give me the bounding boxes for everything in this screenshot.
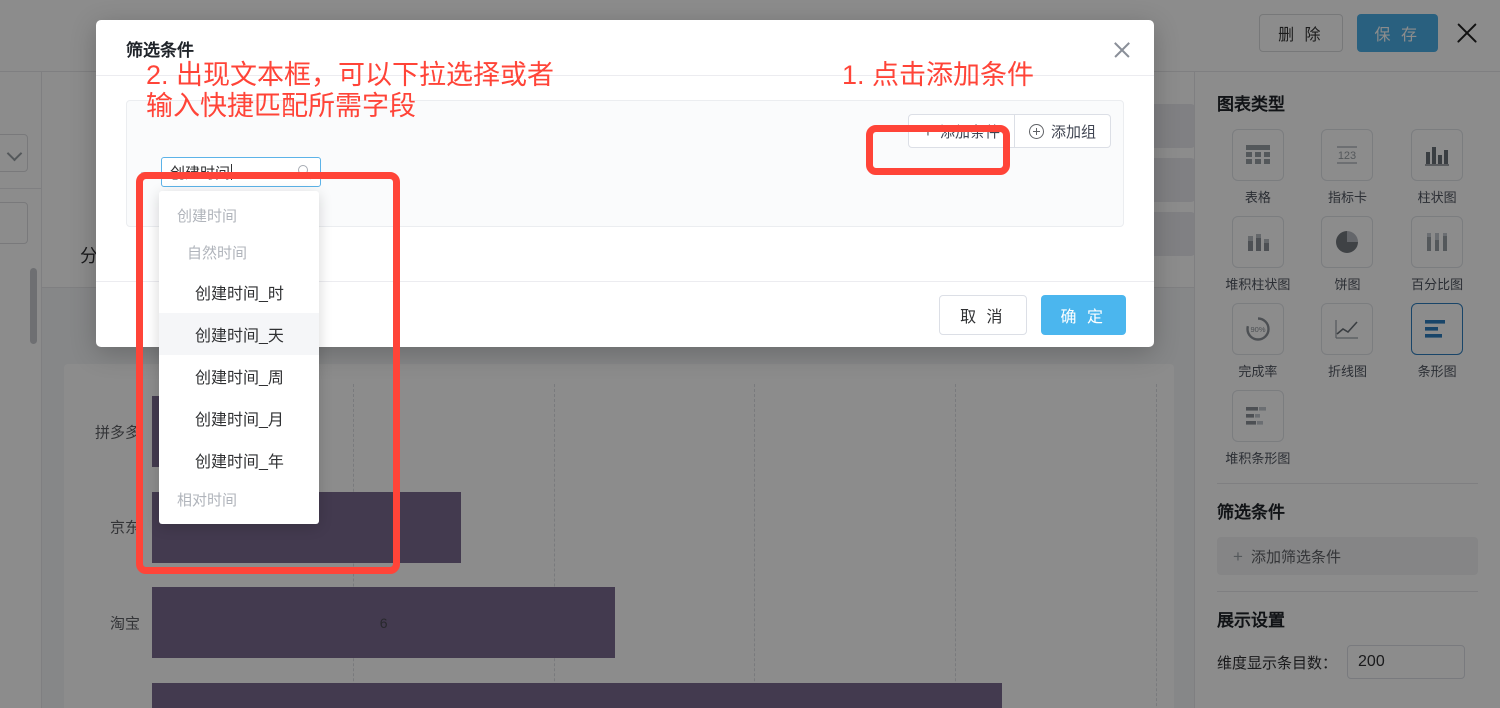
confirm-button[interactable]: 确 定: [1040, 294, 1126, 335]
modal-title: 筛选条件: [126, 41, 194, 60]
screen-root: 删 除 保 存 分 拼多多京东淘宝6抖音11: [0, 0, 1500, 708]
annotation-box-add-condition: [866, 125, 1010, 175]
cancel-button[interactable]: 取 消: [939, 294, 1027, 335]
annotation-step-2: 2. 出现文本框，可以下拉选择或者 输入快捷匹配所需字段: [146, 60, 555, 122]
add-group-label: 添加组: [1050, 123, 1096, 141]
annotation-step-1: 1. 点击添加条件: [842, 60, 1035, 90]
modal-close-icon[interactable]: [1112, 40, 1132, 60]
add-group-button[interactable]: 添加组: [1014, 114, 1111, 148]
circle-plus-icon: [1028, 123, 1044, 139]
annotation-box-field-dropdown: [136, 172, 400, 574]
